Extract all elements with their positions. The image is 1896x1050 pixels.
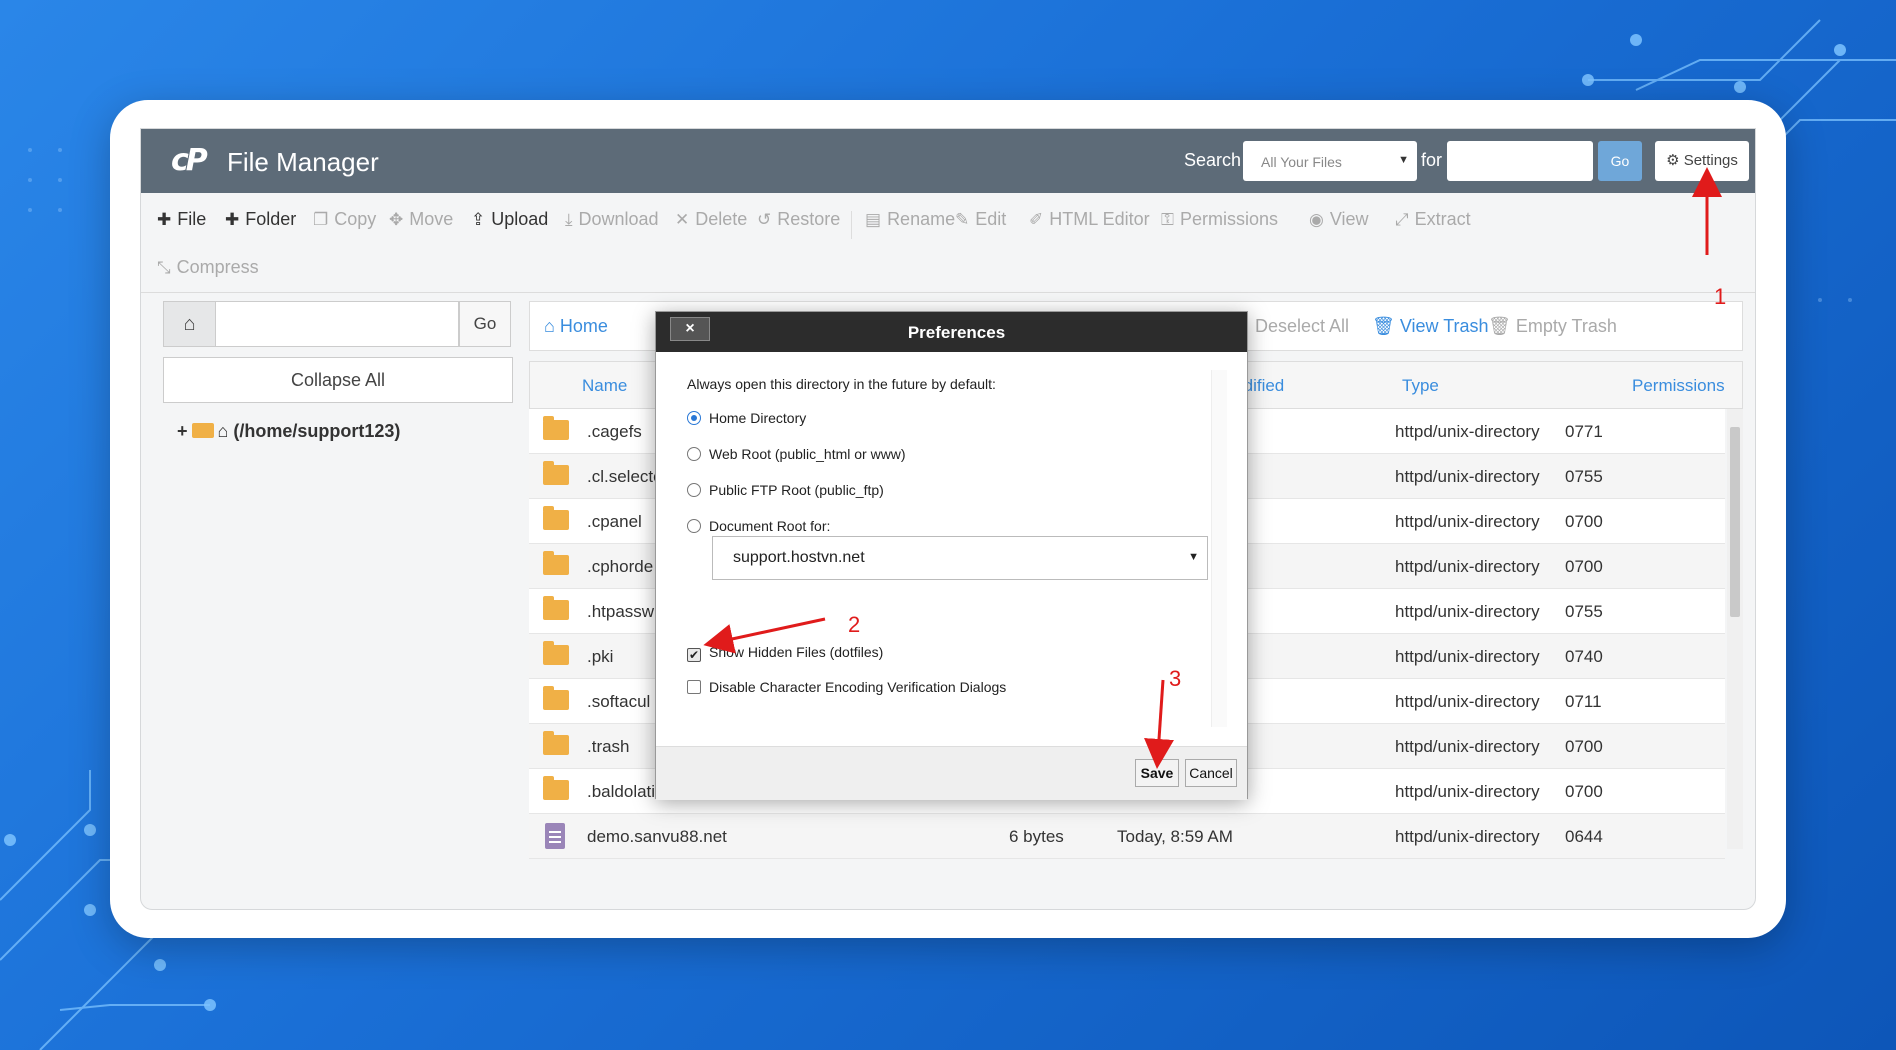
arrow-to-save [1144, 679, 1174, 769]
annotation-arrows [703, 167, 1722, 769]
step-3-label: 3 [1169, 666, 1182, 691]
step-1-label: 1 [1714, 284, 1727, 309]
step-2-label: 2 [848, 612, 861, 637]
arrow-to-hidden-files [703, 617, 826, 654]
